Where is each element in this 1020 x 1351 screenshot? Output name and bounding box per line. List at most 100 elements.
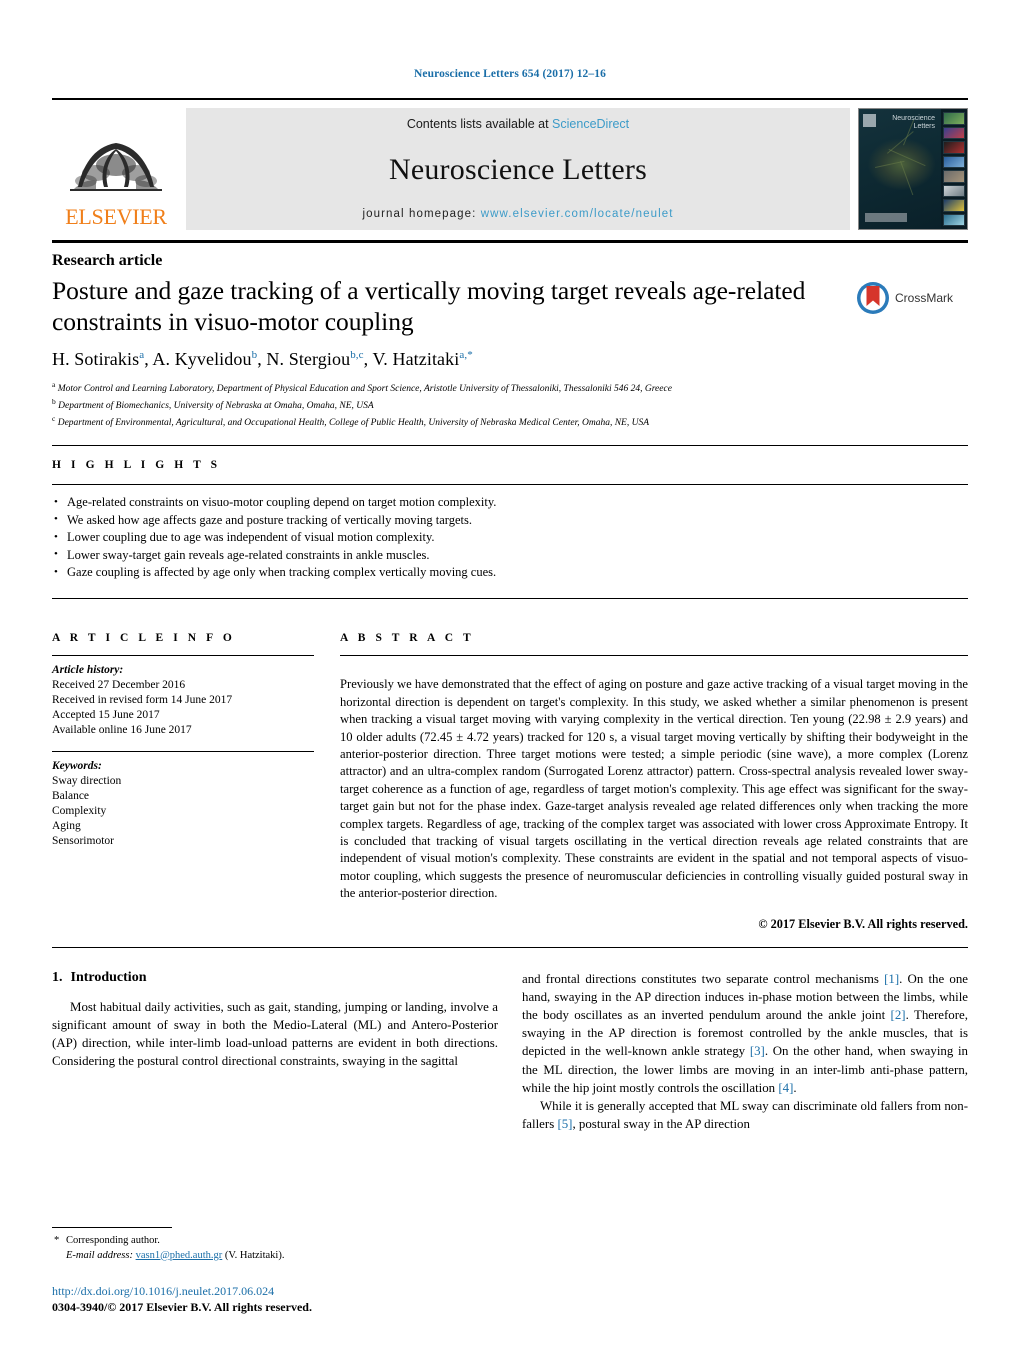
email-label: E-mail address:: [66, 1249, 133, 1261]
affiliation-marker-a: a: [52, 380, 56, 389]
cover-thumb: [943, 184, 965, 197]
keyword-item: Complexity: [52, 804, 107, 817]
corresponding-author-note: * Corresponding author.: [52, 1234, 484, 1249]
history-item: Available online 16 June 2017: [52, 723, 192, 736]
abstract-column: A B S T R A C T Previously we have demon…: [340, 619, 968, 932]
journal-homepage-line: journal homepage: www.elsevier.com/locat…: [362, 208, 673, 220]
sciencedirect-link[interactable]: ScienceDirect: [552, 117, 629, 131]
homepage-url-link[interactable]: www.elsevier.com/locate/neulet: [481, 208, 674, 220]
homepage-prefix: journal homepage:: [362, 208, 481, 220]
abstract-heading: A B S T R A C T: [340, 631, 475, 644]
author-list: H. Sotirakisa, A. Kyvelidoub, N. Stergio…: [52, 349, 473, 369]
running-head: Neuroscience Letters 654 (2017) 12–16: [414, 68, 606, 80]
journal-name: Neuroscience Letters: [388, 152, 648, 186]
email-suffix: (V. Hatzitaki).: [224, 1249, 285, 1261]
list-item: Age-related constraints on visuo-motor c…: [52, 494, 968, 512]
intro-paragraph-right-1: and frontal directions constitutes two s…: [522, 970, 968, 1097]
section-number: 1.: [52, 969, 63, 985]
article-info-heading: A R T I C L E I N F O: [52, 631, 236, 644]
doi-link[interactable]: http://dx.doi.org/10.1016/j.neulet.2017.…: [52, 1284, 312, 1299]
affiliation-text-b: Department of Biomechanics, University o…: [58, 400, 374, 411]
elsevier-wordmark: ELSEVIER: [65, 204, 167, 229]
cover-title: Neuroscience Letters: [881, 115, 935, 131]
abstract-divider: [340, 654, 968, 656]
abstract-copyright: © 2017 Elsevier B.V. All rights reserved…: [758, 916, 968, 931]
citation-ref-5[interactable]: [5]: [557, 1117, 572, 1131]
title-row: Posture and gaze tracking of a verticall…: [52, 275, 968, 337]
footnote-divider: [52, 1227, 172, 1228]
keywords-block: Keywords: Sway direction Balance Complex…: [52, 752, 314, 849]
body-columns: 1. Introduction Most habitual daily activ…: [52, 970, 968, 1134]
cover-thumb: [943, 141, 965, 154]
highlights-inner-divider: [52, 484, 968, 486]
article-history-block: Article history: Received 27 December 20…: [52, 656, 314, 738]
text-run: .: [793, 1080, 797, 1095]
body-column-right: and frontal directions constitutes two s…: [522, 970, 968, 1134]
citation-ref-1[interactable]: [1]: [884, 972, 899, 986]
keyword-item: Sensorimotor: [52, 834, 114, 847]
cover-title-line1: Neuroscience: [892, 115, 935, 122]
keyword-item: Aging: [52, 819, 81, 832]
journal-article-page: Neuroscience Letters 654 (2017) 12–16 EL…: [0, 0, 1020, 1351]
crossmark-badge[interactable]: CrossMark: [856, 275, 968, 315]
text-run: , postural sway in the AP direction: [572, 1117, 750, 1132]
abstract-bottom-divider: [52, 946, 968, 948]
journal-masthead: ELSEVIER Contents lists available at Sci…: [52, 98, 968, 230]
cover-thumbnail-strip: [941, 109, 967, 229]
masthead-center-panel: Contents lists available at ScienceDirec…: [186, 108, 850, 230]
elsevier-tree-icon: [70, 143, 162, 191]
list-item: We asked how age affects gaze and postur…: [52, 511, 968, 530]
affiliation-marker-b: b: [52, 396, 56, 406]
journal-cover-thumbnail: Neuroscience Letters: [858, 108, 968, 230]
affiliation-b: b Department of Biomechanics, University…: [52, 396, 968, 413]
crossmark-icon: [857, 282, 889, 314]
article-info-column: A R T I C L E I N F O Article history: R…: [52, 619, 340, 932]
contents-lists-line: Contents lists available at ScienceDirec…: [407, 117, 629, 131]
email-note: E-mail address: vasn1@phed.auth.gr (V. H…: [52, 1249, 484, 1264]
keyword-item: Balance: [52, 789, 90, 802]
affiliation-marker-c: c: [52, 413, 56, 423]
cover-thumb: [943, 199, 965, 212]
issn-copyright-line: 0304-3940/© 2017 Elsevier B.V. All right…: [52, 1300, 312, 1314]
body-column-left: 1. Introduction Most habitual daily activ…: [52, 970, 498, 1134]
history-item: Received in revised form 14 June 2017: [52, 693, 233, 706]
list-item: Lower sway-target gain reveals age-relat…: [52, 546, 968, 565]
abstract-text: Previously we have demonstrated that the…: [340, 677, 968, 901]
article-history-label: Article history:: [52, 663, 124, 676]
highlights-heading: H I G H L I G H T S: [52, 459, 221, 472]
cover-logo-badge: [863, 114, 876, 127]
article-type-label: Research article: [52, 252, 163, 269]
corresponding-author-marker: *: [54, 1235, 60, 1246]
text-run: and frontal directions constitutes two s…: [522, 971, 885, 986]
keywords-label: Keywords:: [52, 759, 102, 772]
citation-ref-4[interactable]: [4]: [778, 1081, 793, 1095]
corresponding-author-text: Corresponding author.: [66, 1235, 160, 1246]
cover-title-line2: Letters: [913, 123, 935, 130]
section-title: Introduction: [70, 969, 147, 985]
history-item: Accepted 15 June 2017: [52, 708, 160, 721]
list-item: Gaze coupling is affected by age only wh…: [52, 564, 968, 582]
affiliation-text-a: Motor Control and Learning Laboratory, D…: [57, 384, 672, 395]
section-heading-introduction: 1. Introduction: [52, 970, 498, 986]
cover-thumb: [943, 126, 965, 139]
affiliation-a: a Motor Control and Learning Laboratory,…: [52, 379, 968, 396]
cover-thumb: [943, 170, 965, 183]
cover-thumb: [943, 213, 965, 226]
info-abstract-region: A R T I C L E I N F O Article history: R…: [52, 619, 968, 932]
cover-thumb: [943, 112, 965, 125]
history-item: Received 27 December 2016: [52, 678, 186, 691]
contents-prefix: Contents lists available at: [406, 117, 553, 131]
affiliation-list: a Motor Control and Learning Laboratory,…: [52, 379, 968, 429]
intro-paragraph-left: Most habitual daily activities, such as …: [52, 999, 498, 1069]
cover-thumb: [943, 155, 965, 168]
crossmark-label: CrossMark: [895, 291, 954, 305]
elsevier-logo: ELSEVIER: [52, 108, 180, 230]
doi-block: http://dx.doi.org/10.1016/j.neulet.2017.…: [52, 1284, 312, 1315]
email-link[interactable]: vasn1@phed.auth.gr: [136, 1250, 223, 1261]
intro-paragraph-right-2: While it is generally accepted that ML s…: [522, 1097, 968, 1133]
cover-caption-bar: [865, 213, 907, 222]
citation-ref-2[interactable]: [2]: [891, 1008, 906, 1022]
citation-ref-3[interactable]: [3]: [750, 1044, 765, 1058]
footnote-block: * Corresponding author. E-mail address: v…: [52, 1227, 484, 1263]
affiliation-c: c Department of Environmental, Agricultu…: [52, 413, 968, 430]
